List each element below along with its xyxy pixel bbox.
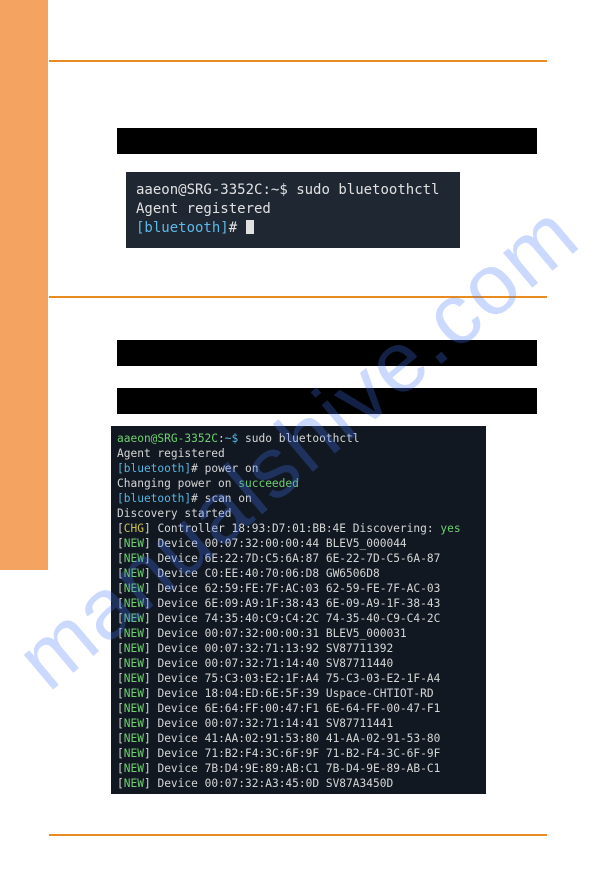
terminal-2-line-agent: Agent registered <box>117 446 480 461</box>
terminal-2-device-line: [NEW] Device 00:07:32:71:13:92 SV8771139… <box>117 641 480 656</box>
terminal-2-device-line: [NEW] Device 41:AA:02:91:53:80 41-AA-02-… <box>117 731 480 746</box>
divider-3 <box>49 834 547 836</box>
terminal-2-device-line: [NEW] Device 00:07:32:00:00:31 BLEV5_000… <box>117 626 480 641</box>
terminal-2-device-line: [NEW] Device 00:07:32:71:14:41 SV8771144… <box>117 716 480 731</box>
terminal-2-device-line: [NEW] Device 18:04:ED:6E:5F:39 Uspace-CH… <box>117 686 480 701</box>
terminal-1-line-2: Agent registered <box>136 200 450 219</box>
terminal-1-line-1: aaeon@SRG-3352C:~$ sudo bluetoothctl <box>136 181 450 200</box>
terminal-1-line-3: [bluetooth]# <box>136 219 450 238</box>
cursor-icon <box>246 220 254 234</box>
left-orange-bar <box>0 0 48 570</box>
terminal-2-device-line: [NEW] Device 6E:64:FF:00:47:F1 6E-64-FF-… <box>117 701 480 716</box>
terminal-1: aaeon@SRG-3352C:~$ sudo bluetoothctl Age… <box>126 172 460 248</box>
terminal-2-device-line: [NEW] Device C0:EE:40:70:06:D8 GW6506D8 <box>117 566 480 581</box>
redacted-bar-1 <box>117 128 537 154</box>
terminal-2-device-line: [NEW] Device 74:35:40:C9:C4:2C 74-35-40-… <box>117 611 480 626</box>
terminal-1-cmd: sudo bluetoothctl <box>296 182 439 198</box>
terminal-2-device-line: [NEW] Device 75:C3:03:E2:1F:A4 75-C3-03-… <box>117 671 480 686</box>
terminal-2-line-changing: Changing power on succeeded <box>117 476 480 491</box>
page-content: aaeon@SRG-3352C:~$ sudo bluetoothctl Age… <box>49 60 547 876</box>
bluetooth-prompt-1: [bluetooth] <box>136 220 229 236</box>
terminal-2-device-line: [NEW] Device 6E:22:7D:C5:6A:87 6E-22-7D-… <box>117 551 480 566</box>
terminal-2-line-chg: [CHG] Controller 18:93:D7:01:BB:4E Disco… <box>117 521 480 536</box>
terminal-2-device-line: [NEW] Device 71:B2:F4:3C:6F:9F 71-B2-F4-… <box>117 746 480 761</box>
terminal-2-device-line: [NEW] Device 00:07:32:00:00:44 BLEV5_000… <box>117 536 480 551</box>
terminal-2-line-scan: [bluetooth]# scan on <box>117 491 480 506</box>
redacted-bar-3 <box>117 388 537 414</box>
terminal-2-device-line: [NEW] Device 6E:09:A9:1F:38:43 6E-09-A9-… <box>117 596 480 611</box>
terminal-2-device-line: [NEW] Device 00:07:32:A3:45:0D SV87A3450… <box>117 776 480 791</box>
terminal-2-device-line: [NEW] Device 62:59:FE:7F:AC:03 62-59-FE-… <box>117 581 480 596</box>
terminal-1-user: aaeon@SRG-3352C <box>136 182 262 198</box>
terminal-2-device-line: [NEW] Device 00:07:32:71:14:40 SV8771144… <box>117 656 480 671</box>
terminal-2-line-discovery: Discovery started <box>117 506 480 521</box>
terminal-2-line-power: [bluetooth]# power on <box>117 461 480 476</box>
terminal-2-line-cmd1: aaeon@SRG-3352C:~$ sudo bluetoothctl <box>117 431 480 446</box>
terminal-2: aaeon@SRG-3352C:~$ sudo bluetoothctl Age… <box>111 426 486 794</box>
redacted-bar-2 <box>117 340 537 366</box>
terminal-2-device-line: [NEW] Device 7B:D4:9E:89:AB:C1 7B-D4-9E-… <box>117 761 480 776</box>
